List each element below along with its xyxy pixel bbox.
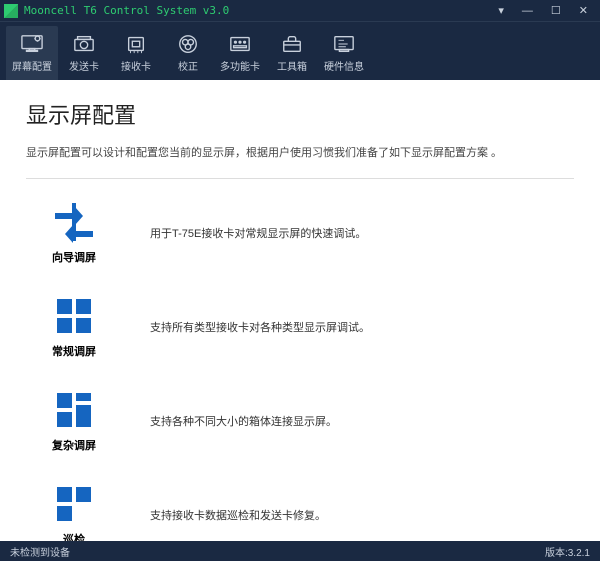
option-label: 向导调屏	[52, 249, 96, 265]
option-description: 支持接收卡数据巡检和发送卡修复。	[150, 507, 326, 523]
toolbox-icon	[279, 33, 305, 55]
statusbar: 未检测到设备 版本:3.2.1	[0, 541, 600, 561]
app-logo-icon	[4, 4, 18, 18]
option-complex[interactable]: 复杂调屏 支持各种不同大小的箱体连接显示屏。	[26, 389, 574, 453]
option-label: 巡检	[63, 531, 85, 541]
option-label: 复杂调屏	[52, 437, 96, 453]
option-header: 常规调屏	[46, 295, 102, 359]
tab-toolbox[interactable]: 工具箱	[266, 26, 318, 80]
main-content: 显示屏配置 显示屏配置可以设计和配置您当前的显示屏，根据用户使用习惯我们准备了如…	[0, 80, 600, 541]
tab-calibrate[interactable]: 校正	[162, 26, 214, 80]
tab-multi-card[interactable]: 多功能卡	[214, 26, 266, 80]
dropdown-icon[interactable]: ▾	[498, 4, 504, 17]
page-title: 显示屏配置	[26, 98, 574, 130]
app-title: Mooncell T6 Control System v3.0	[24, 4, 498, 17]
tab-screen-config[interactable]: 屏幕配置	[6, 26, 58, 80]
toolbar-label: 屏幕配置	[12, 58, 52, 73]
inspect-icon	[53, 483, 95, 525]
titlebar: Mooncell T6 Control System v3.0 ▾ — ☐ ✕	[0, 0, 600, 22]
option-inspect[interactable]: 巡检 支持接收卡数据巡检和发送卡修复。	[26, 483, 574, 541]
option-regular[interactable]: 常规调屏 支持所有类型接收卡对各种类型显示屏调试。	[26, 295, 574, 359]
toolbar-label: 接收卡	[121, 58, 151, 73]
option-description: 支持所有类型接收卡对各种类型显示屏调试。	[150, 319, 370, 335]
toolbar-label: 工具箱	[277, 58, 307, 73]
minimize-button[interactable]: —	[522, 5, 533, 17]
option-description: 支持各种不同大小的箱体连接显示屏。	[150, 413, 337, 429]
calibrate-icon	[175, 33, 201, 55]
wizard-icon	[53, 201, 95, 243]
option-wizard[interactable]: 向导调屏 用于T-75E接收卡对常规显示屏的快速调试。	[26, 201, 574, 265]
titlebar-controls: ▾ — ☐ ✕	[498, 4, 596, 17]
toolbar-label: 多功能卡	[220, 58, 260, 73]
option-label: 常规调屏	[52, 343, 96, 359]
close-button[interactable]: ✕	[579, 4, 588, 17]
page-description: 显示屏配置可以设计和配置您当前的显示屏，根据用户使用习惯我们准备了如下显示屏配置…	[26, 144, 574, 160]
option-header: 复杂调屏	[46, 389, 102, 453]
tab-hardware-info[interactable]: 硬件信息	[318, 26, 370, 80]
status-device: 未检测到设备	[10, 544, 545, 559]
maximize-button[interactable]: ☐	[551, 4, 561, 17]
divider	[26, 178, 574, 179]
option-header: 巡检	[46, 483, 102, 541]
toolbar-label: 发送卡	[69, 58, 99, 73]
tab-send-card[interactable]: 发送卡	[58, 26, 110, 80]
option-header: 向导调屏	[46, 201, 102, 265]
option-description: 用于T-75E接收卡对常规显示屏的快速调试。	[150, 225, 366, 241]
status-version: 版本:3.2.1	[545, 544, 590, 559]
multi-card-icon	[227, 33, 253, 55]
tab-receive-card[interactable]: 接收卡	[110, 26, 162, 80]
toolbar-label: 校正	[178, 58, 198, 73]
toolbar: 屏幕配置 发送卡 接收卡 校正 多功能卡 工具箱 硬件信息	[0, 22, 600, 80]
hardware-info-icon	[331, 33, 357, 55]
screen-config-icon	[19, 33, 45, 55]
toolbar-label: 硬件信息	[324, 58, 364, 73]
grid-icon	[53, 295, 95, 337]
receive-card-icon	[123, 33, 149, 55]
send-card-icon	[71, 33, 97, 55]
complex-grid-icon	[53, 389, 95, 431]
